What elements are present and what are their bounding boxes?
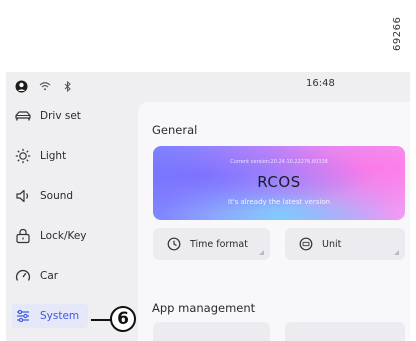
status-bar: 16:48 xyxy=(6,72,410,100)
wifi-icon xyxy=(38,78,52,94)
time-format-label: Time format xyxy=(190,238,248,250)
tile-corner-marker xyxy=(259,250,264,255)
unit-label: Unit xyxy=(322,238,342,250)
tile-corner-marker xyxy=(394,250,399,255)
sidebar-item-label: Light xyxy=(40,150,67,162)
gauge-icon xyxy=(12,267,34,285)
sidebar-item-label: System xyxy=(40,310,80,322)
sidebar-item-label: Sound xyxy=(40,190,74,202)
time-format-tile[interactable]: Time format xyxy=(153,228,270,260)
car-body-icon xyxy=(12,107,34,125)
sidebar-item-system[interactable]: System xyxy=(12,304,88,328)
product-name: RCOS xyxy=(257,173,301,191)
sidebar-item-label: Car xyxy=(40,270,59,282)
screen: 16:48 Driv set Light Sound Lock/Key Car … xyxy=(6,72,410,341)
sidebar-item-label: Lock/Key xyxy=(40,230,87,242)
current-version: Current version:20.24.10.22276.60338 xyxy=(230,159,328,165)
speaker-icon xyxy=(12,187,34,205)
callout-line xyxy=(91,319,111,321)
clock: 16:48 xyxy=(306,78,335,89)
sidebar-item-light[interactable]: Light xyxy=(12,144,130,168)
sliders-icon xyxy=(12,307,34,325)
unit-tile[interactable]: Unit xyxy=(285,228,405,260)
sidebar-item-sound[interactable]: Sound xyxy=(12,184,130,208)
update-status: It's already the latest version xyxy=(227,198,331,206)
app-management-section-title: App management xyxy=(152,301,256,315)
profile-icon[interactable] xyxy=(14,78,28,94)
app-management-tile[interactable] xyxy=(285,322,405,341)
bluetooth-icon xyxy=(62,78,72,94)
unit-icon xyxy=(298,236,314,252)
version-card: Current version:20.24.10.22276.60338 RCO… xyxy=(153,146,405,220)
sidebar-item-label: Driv set xyxy=(40,110,81,122)
callout-number: 6 xyxy=(110,306,136,332)
app-management-tile[interactable] xyxy=(153,322,270,341)
sidebar-item-lock-key[interactable]: Lock/Key xyxy=(12,224,130,248)
clock-icon xyxy=(166,236,182,252)
sidebar-item-car[interactable]: Car xyxy=(12,264,130,288)
lock-icon xyxy=(12,227,34,245)
settings-panel: General Current version:20.24.10.22276.6… xyxy=(138,102,410,341)
reference-code: 69266 xyxy=(392,16,403,52)
sidebar-item-driv-set[interactable]: Driv set xyxy=(12,104,130,128)
sidebar: Driv set Light Sound Lock/Key Car System xyxy=(6,100,134,341)
light-icon xyxy=(12,147,34,165)
general-section-title: General xyxy=(152,123,198,137)
